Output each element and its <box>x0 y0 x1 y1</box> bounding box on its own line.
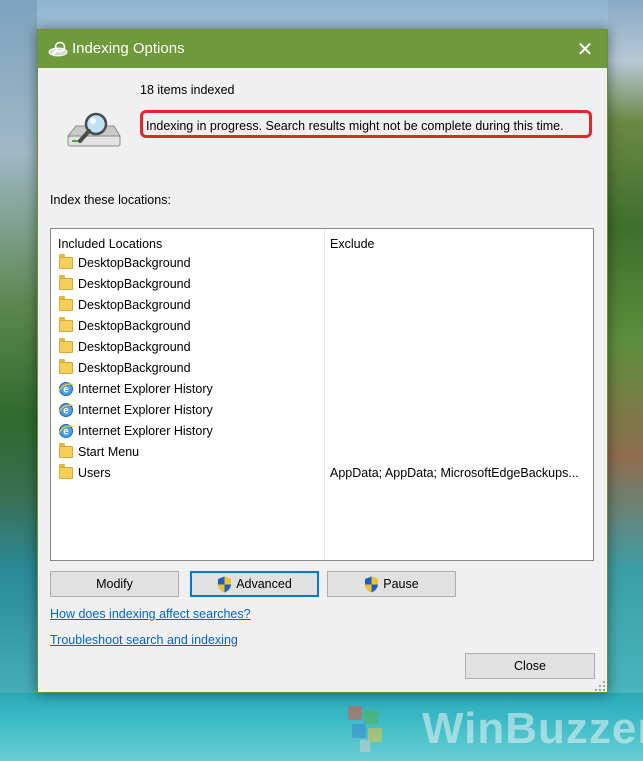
folder-icon <box>58 443 74 460</box>
drive-search-icon <box>66 112 121 147</box>
folder-icon <box>58 359 74 376</box>
location-row[interactable]: Users AppData; AppData; MicrosoftEdgeBack… <box>51 463 593 484</box>
modify-button-label: Modify <box>96 577 133 591</box>
location-name: DesktopBackground <box>78 361 191 375</box>
watermark-text: WinBuzzer <box>422 704 643 753</box>
folder-icon <box>58 296 74 313</box>
folder-icon <box>58 338 74 355</box>
location-name: Internet Explorer History <box>78 403 213 417</box>
winbuzzer-watermark: WinBuzzer <box>338 700 643 756</box>
troubleshoot-search-link[interactable]: Troubleshoot search and indexing <box>50 633 238 647</box>
indexing-options-icon <box>48 41 68 57</box>
desktop-background-right <box>608 0 643 761</box>
pause-button[interactable]: Pause <box>327 571 456 597</box>
location-name: DesktopBackground <box>78 298 191 312</box>
winbuzzer-logo-icon <box>348 706 382 752</box>
location-name: Start Menu <box>78 445 140 459</box>
location-name: DesktopBackground <box>78 340 191 354</box>
location-row[interactable]: e Internet Explorer History <box>51 400 593 421</box>
how-indexing-affects-searches-link[interactable]: How does indexing affect searches? <box>50 607 251 621</box>
location-row[interactable]: DesktopBackground <box>51 253 593 274</box>
close-icon: ✕ <box>576 38 594 61</box>
close-button[interactable]: Close <box>465 653 595 679</box>
location-row[interactable]: DesktopBackground <box>51 316 593 337</box>
included-locations-header: Included Locations <box>58 237 163 251</box>
modify-button[interactable]: Modify <box>50 571 179 597</box>
internet-explorer-icon: e <box>58 402 74 418</box>
folder-icon <box>58 275 74 292</box>
folder-icon <box>58 254 74 271</box>
location-name: DesktopBackground <box>78 319 191 333</box>
location-row[interactable]: e Internet Explorer History <box>51 379 593 400</box>
location-row[interactable]: DesktopBackground <box>51 358 593 379</box>
locations-list[interactable]: Included Locations Exclude DesktopBackgr… <box>50 228 594 561</box>
indexing-status-message: Indexing in progress. Search results mig… <box>146 119 564 133</box>
close-button-label: Close <box>514 659 546 673</box>
location-row[interactable]: DesktopBackground <box>51 274 593 295</box>
advanced-button-label: Advanced <box>236 577 292 591</box>
folder-icon <box>58 464 74 481</box>
items-indexed-count: 18 items indexed <box>140 83 235 97</box>
indexing-options-dialog: Indexing Options ✕ 18 items indexed Inde… <box>37 29 608 693</box>
location-name: DesktopBackground <box>78 277 191 291</box>
location-row[interactable]: DesktopBackground <box>51 337 593 358</box>
location-row[interactable]: Start Menu <box>51 442 593 463</box>
internet-explorer-icon: e <box>58 423 74 439</box>
pause-button-label: Pause <box>383 577 419 591</box>
desktop-background-left <box>0 0 37 761</box>
resize-grip-icon[interactable] <box>594 680 606 692</box>
location-row[interactable]: DesktopBackground <box>51 295 593 316</box>
uac-shield-icon <box>218 576 232 592</box>
advanced-button[interactable]: Advanced <box>190 571 319 597</box>
window-close-button[interactable]: ✕ <box>562 30 608 68</box>
window-title: Indexing Options <box>72 40 185 57</box>
location-name: Internet Explorer History <box>78 424 213 438</box>
folder-icon <box>58 317 74 334</box>
location-name: Users <box>78 466 111 480</box>
exclude-header: Exclude <box>330 237 375 251</box>
index-locations-label: Index these locations: <box>50 193 171 207</box>
location-row[interactable]: e Internet Explorer History <box>51 421 593 442</box>
location-exclude: AppData; AppData; MicrosoftEdgeBackups..… <box>330 466 579 480</box>
uac-shield-icon <box>365 576 379 592</box>
location-name: Internet Explorer History <box>78 382 213 396</box>
location-name: DesktopBackground <box>78 256 191 270</box>
internet-explorer-icon: e <box>58 381 74 397</box>
title-bar[interactable]: Indexing Options ✕ <box>38 30 607 68</box>
